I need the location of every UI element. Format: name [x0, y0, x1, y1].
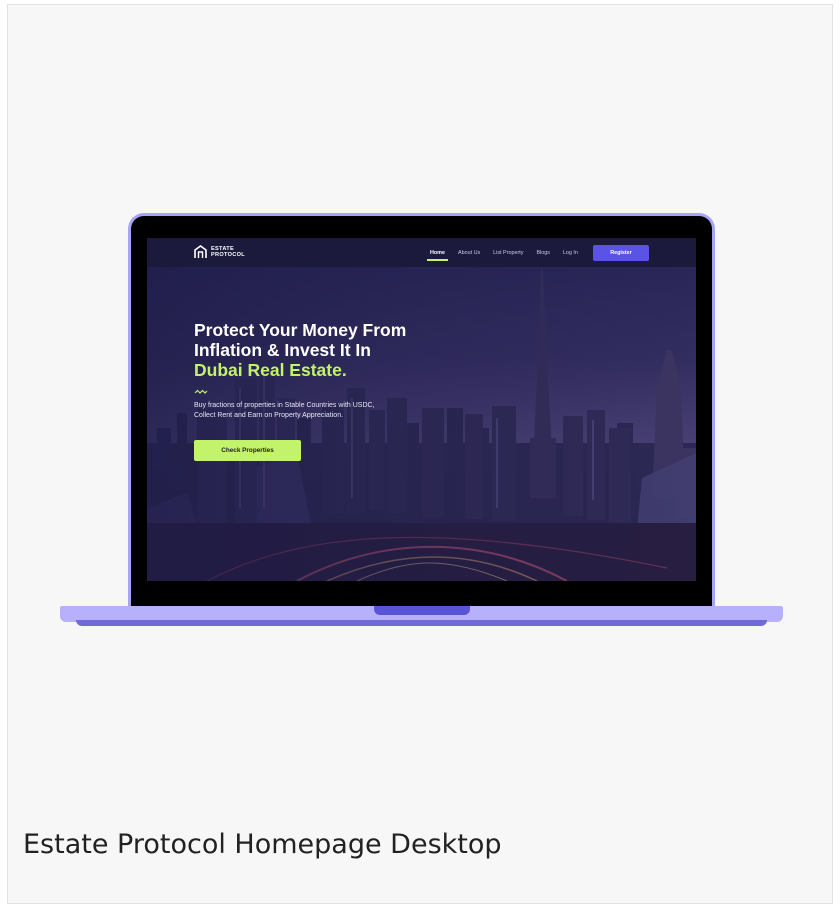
nav-home[interactable]: Home [427, 250, 448, 261]
hero-subtitle-line-1: Buy fractions of properties in Stable Co… [194, 402, 375, 409]
estate-protocol-logo[interactable]: ESTATE PROTOCOL [194, 245, 245, 259]
register-button[interactable]: Register [593, 245, 649, 261]
laptop-mockup: ESTATE PROTOCOL Home About Us List Prope… [128, 213, 715, 607]
logo-text: ESTATE PROTOCOL [211, 246, 245, 258]
shot-caption[interactable]: Estate Protocol Homepage Desktop [23, 829, 502, 860]
check-properties-button[interactable]: Check Properties [194, 440, 301, 461]
laptop-notch [374, 606, 470, 615]
nav-links: Home About Us List Property Blogs Log In [427, 238, 591, 267]
squiggle-decoration-icon [194, 389, 208, 394]
laptop-base-shadow [76, 620, 767, 626]
nav-list-property[interactable]: List Property [493, 250, 523, 256]
logo-line-2: PROTOCOL [211, 252, 245, 258]
nav-about-us[interactable]: About Us [458, 250, 480, 256]
hero-subtitle-line-2: Collect Rent and Earn on Property Apprec… [194, 412, 344, 419]
hero-title: Protect Your Money From Inflation & Inve… [194, 320, 494, 380]
nav-log-in[interactable]: Log In [563, 250, 578, 256]
site-navbar: ESTATE PROTOCOL Home About Us List Prope… [147, 238, 696, 267]
house-logo-icon [194, 245, 207, 258]
laptop-screen: ESTATE PROTOCOL Home About Us List Prope… [147, 238, 696, 581]
shot-card: ESTATE PROTOCOL Home About Us List Prope… [7, 4, 833, 904]
hero-title-line-2: Inflation & Invest It In [194, 340, 371, 360]
nav-blogs[interactable]: Blogs [536, 250, 550, 256]
hero-title-line-1: Protect Your Money From [194, 320, 407, 340]
hero-title-accent: Dubai Real Estate. [194, 360, 347, 380]
hero-subtitle: Buy fractions of properties in Stable Co… [194, 401, 444, 421]
